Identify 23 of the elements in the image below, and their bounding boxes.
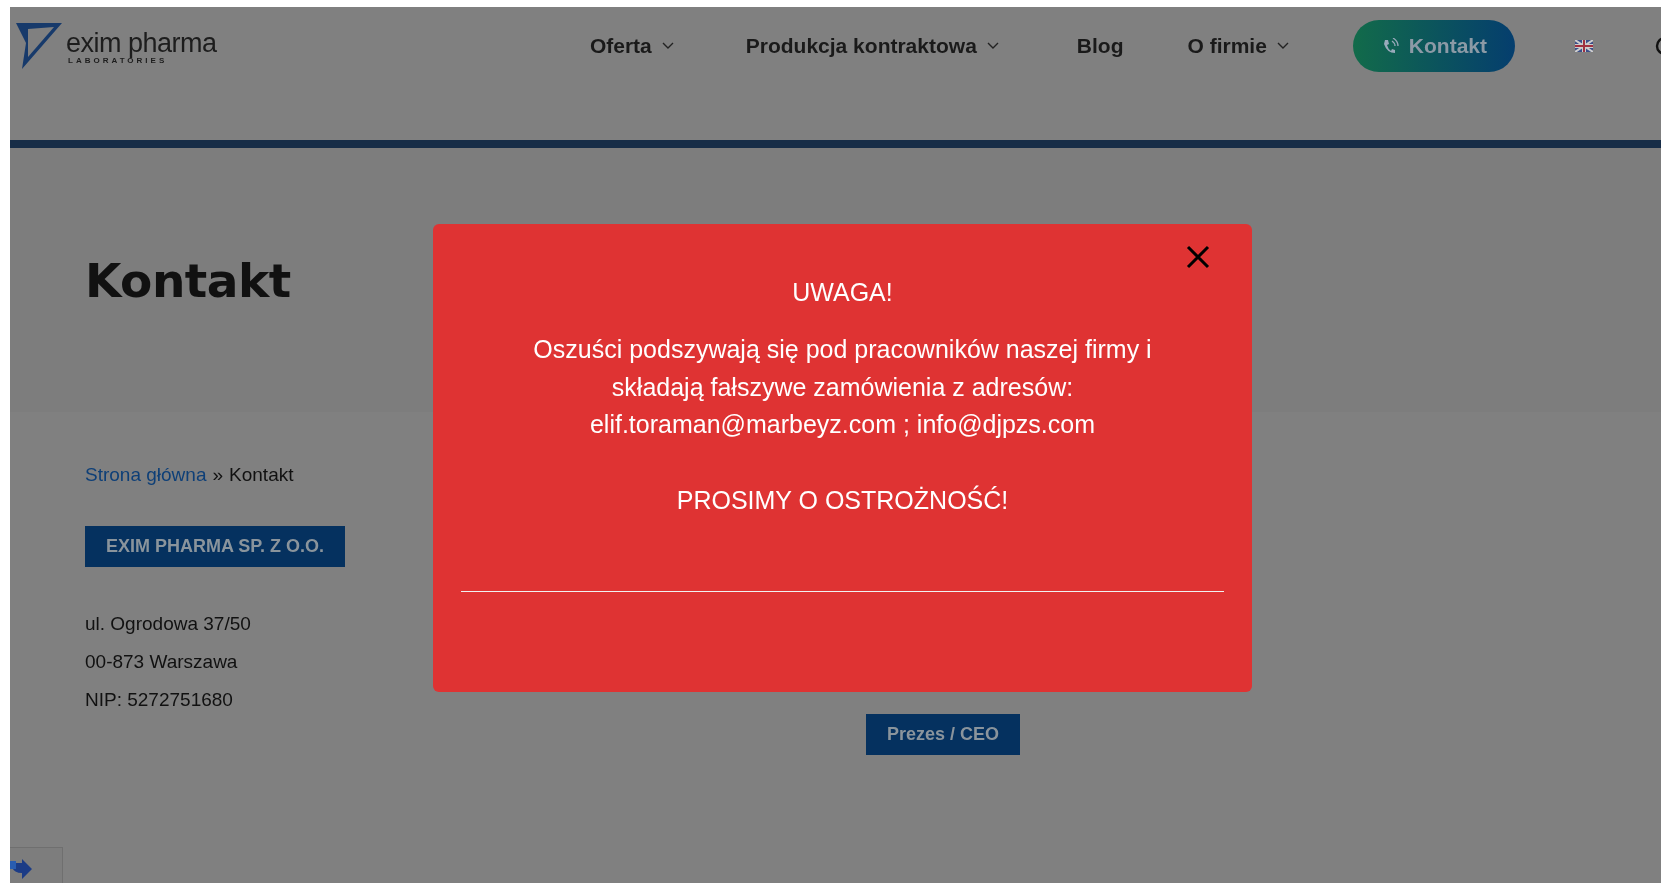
nav-link[interactable]: Oferta <box>589 34 674 58</box>
breadcrumb-current: Kontakt <box>229 464 294 486</box>
address-line: NIP: 5272751680 <box>85 688 234 712</box>
address-line: 00-873 Warszawa <box>85 650 239 674</box>
close-icon[interactable] <box>1186 245 1210 269</box>
nav-link[interactable]: Produkcja kontraktowa <box>745 34 999 58</box>
address-line: ul. Ogrodowa 37/50 <box>85 612 252 636</box>
dialog-message: Oszuści podszywają się pod pracowników naszej firmy i składają fałszywe zamówienia z adresów: elif.toraman@marbeyz.com ; info@djpzs.com <box>532 334 1153 440</box>
company-heading: EXIM PHARMA SP. Z O.O. <box>85 526 346 567</box>
nav-link[interactable]: O firmie <box>1187 34 1289 58</box>
logo-icon <box>14 21 64 71</box>
recaptcha-badge[interactable] <box>10 847 63 883</box>
breadcrumb-separator: » <box>212 464 224 486</box>
nav-link[interactable]: Blog <box>1076 34 1124 58</box>
recaptcha-icon <box>10 859 32 879</box>
contact-button[interactable]: Kontakt <box>1352 20 1515 72</box>
dialog-title: UWAGA! <box>791 278 894 307</box>
flag-icon[interactable] <box>1575 40 1593 52</box>
dialog-warning: PROSIMY O OSTROŻNOŚĆ! <box>675 485 1010 515</box>
breadcrumb-link[interactable]: Strona główna <box>85 464 207 486</box>
logo-name[interactable]: exim pharma <box>66 30 217 56</box>
role-heading: Prezes / CEO <box>866 714 1021 755</box>
page-title: Kontakt <box>85 252 291 308</box>
